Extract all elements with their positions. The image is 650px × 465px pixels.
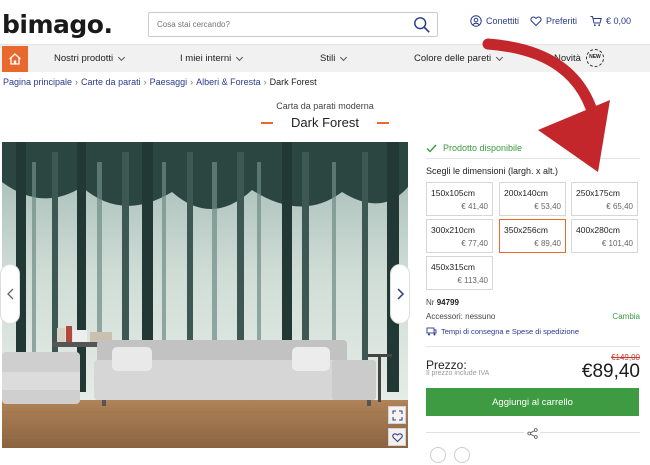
breadcrumb-item[interactable]: Pagina principale [3, 77, 72, 87]
forest-room-illustration [2, 142, 408, 448]
nav-styles[interactable]: Stili [320, 53, 348, 64]
cart-total: € 0,00 [606, 16, 632, 26]
account-link[interactable]: Conettiti [470, 15, 519, 27]
size-price: € 77,40 [461, 239, 488, 248]
size-dimensions: 250x175cm [576, 188, 620, 198]
share-icon [526, 427, 538, 439]
social-circle-icon[interactable] [430, 447, 446, 463]
chevron-left-icon [6, 288, 13, 300]
prev-image-button[interactable] [0, 264, 20, 324]
size-option[interactable]: 300x210cm € 77,40 [426, 219, 493, 253]
size-dimensions: 400x280cm [576, 225, 620, 235]
chevron-right-icon [396, 288, 404, 300]
change-accessories-link[interactable]: Cambia [612, 312, 640, 321]
expand-icon [392, 410, 402, 420]
product-number: Nr 94799 [426, 298, 459, 307]
size-price: € 89,40 [534, 239, 561, 248]
social-circle-icon[interactable] [454, 447, 470, 463]
current-price: €89,40 [581, 361, 640, 382]
search-bar[interactable] [148, 12, 438, 37]
accessories-label: Accessori: nessuno [426, 312, 496, 321]
shipping-label: Tempi di consegna e Spese di spedizione [441, 327, 580, 336]
share-button[interactable] [524, 425, 540, 441]
breadcrumb-item[interactable]: Carte da parati [81, 77, 141, 87]
account-label: Conettiti [486, 16, 520, 26]
breadcrumb-separator: › [263, 77, 267, 87]
product-number-value: 94799 [436, 298, 459, 307]
divider [426, 346, 640, 347]
breadcrumb: Pagina principale › Carte da parati › Paesag… [3, 77, 317, 87]
breadcrumb-item[interactable]: Alberi & Foresta [196, 77, 261, 87]
chevron-down-icon [236, 53, 244, 61]
red-annotation-arrow [482, 38, 610, 172]
search-icon[interactable] [413, 16, 431, 34]
breadcrumb-item[interactable]: Paesaggi [150, 77, 188, 87]
nav-label: Stili [320, 53, 336, 64]
size-price: € 53,40 [534, 202, 561, 211]
heart-icon [391, 432, 403, 442]
product-title: Dark Forest [291, 115, 359, 130]
nav-my-interiors[interactable]: I miei interni [180, 53, 244, 64]
title-dash [376, 121, 389, 124]
size-price: € 113,40 [457, 276, 488, 285]
fullscreen-button[interactable] [388, 406, 406, 424]
favorites-link[interactable]: Preferiti [530, 15, 577, 27]
cart-icon [590, 16, 602, 27]
heart-icon [530, 16, 542, 27]
nav-label: Nostri prodotti [54, 53, 114, 64]
size-price: € 65,40 [606, 202, 633, 211]
size-dimensions: 450x315cm [431, 262, 475, 272]
vat-label: Il prezzo include IVA [426, 370, 490, 377]
breadcrumb-separator: › [190, 77, 194, 87]
favorites-label: Preferiti [546, 16, 578, 26]
size-dimensions: 150x105cm [431, 188, 475, 198]
breadcrumb-separator: › [75, 77, 79, 87]
social-icons-row [430, 447, 470, 463]
size-price: € 101,40 [601, 239, 633, 248]
size-dimensions: 200x140cm [504, 188, 548, 198]
size-dimensions: 300x210cm [431, 225, 475, 235]
size-option[interactable]: 250x175cm € 65,40 [571, 182, 638, 216]
size-option[interactable]: 150x105cm € 41,40 [426, 182, 493, 216]
title-dash [261, 121, 274, 124]
size-price: € 41,40 [461, 202, 488, 211]
nav-our-products[interactable]: Nostri prodotti [54, 53, 126, 64]
size-option[interactable]: 200x140cm € 53,40 [499, 182, 566, 216]
nav-label: I miei interni [180, 53, 232, 64]
home-icon [9, 53, 21, 65]
size-dimensions: 350x256cm [504, 225, 548, 235]
size-option-selected[interactable]: 350x256cm € 89,40 [499, 219, 566, 253]
shipping-info-link[interactable]: Tempi di consegna e Spese di spedizione [426, 326, 579, 337]
size-option[interactable]: 450x315cm € 113,40 [426, 256, 493, 290]
product-number-label: Nr [426, 298, 435, 307]
cart-link[interactable]: € 0,00 [590, 15, 631, 27]
wishlist-button[interactable] [388, 428, 406, 446]
search-input[interactable] [149, 13, 399, 36]
product-image[interactable] [2, 142, 408, 448]
breadcrumb-separator: › [143, 77, 147, 87]
size-option[interactable]: 400x280cm € 101,40 [571, 219, 638, 253]
user-icon [470, 15, 482, 27]
breadcrumb-current: Dark Forest [269, 77, 317, 87]
home-button[interactable] [2, 46, 28, 72]
check-icon [426, 144, 437, 153]
next-image-button[interactable] [390, 264, 410, 324]
delivery-icon [426, 327, 437, 336]
chevron-down-icon [340, 53, 348, 61]
chevron-down-icon [118, 53, 126, 61]
add-to-cart-button[interactable]: Aggiungi al carrello [426, 388, 639, 416]
bimago-logo[interactable]: bimago. [2, 10, 113, 39]
